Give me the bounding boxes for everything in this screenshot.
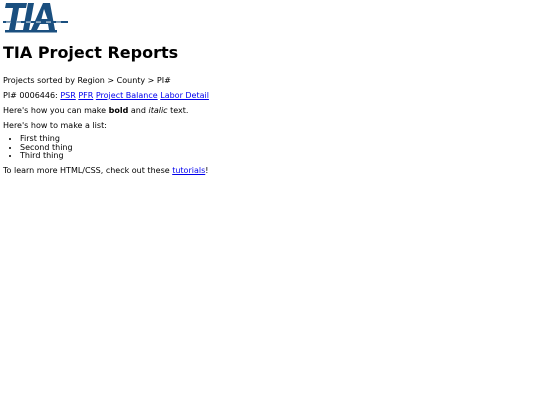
formatting-middle: and bbox=[130, 106, 146, 115]
italic-text: italic bbox=[148, 106, 168, 115]
footer-prefix: To learn more HTML/CSS, check out these bbox=[3, 165, 170, 175]
page: TIA Project Reports Projects sorted by R… bbox=[0, 0, 540, 405]
psr-link[interactable]: PSR bbox=[60, 91, 75, 100]
formatting-text: Here's how you can make bold and italic … bbox=[3, 105, 537, 116]
list-intro: Here's how to make a list: bbox=[3, 121, 107, 130]
formatting-suffix: text. bbox=[170, 106, 189, 115]
thing-list: First thing Second thing Third thing bbox=[3, 134, 537, 161]
pfr-link[interactable]: PFR bbox=[78, 91, 93, 100]
tia-logo bbox=[3, 3, 68, 33]
footer-suffix: ! bbox=[205, 165, 209, 175]
list-item: First thing bbox=[20, 134, 537, 144]
project-links-row: PI# 0006446: PSR PFR Project Balance Lab… bbox=[3, 90, 537, 101]
list-item: Third thing bbox=[20, 151, 537, 161]
labor-detail-link[interactable]: Labor Detail bbox=[160, 91, 209, 100]
formatting-prefix: Here's how you can make bbox=[3, 106, 107, 115]
bold-text: bold bbox=[108, 106, 129, 115]
tutorials-link[interactable]: tutorials bbox=[172, 166, 205, 175]
footer-text: To learn more HTML/CSS, check out these … bbox=[3, 165, 537, 176]
list-item: Second thing bbox=[20, 143, 537, 153]
page-title: TIA Project Reports bbox=[3, 43, 179, 62]
project-balance-link[interactable]: Project Balance bbox=[96, 91, 158, 100]
project-id-label: PI# 0006446: bbox=[3, 91, 58, 100]
breadcrumb: Projects sorted by Region > County > PI# bbox=[3, 76, 171, 85]
